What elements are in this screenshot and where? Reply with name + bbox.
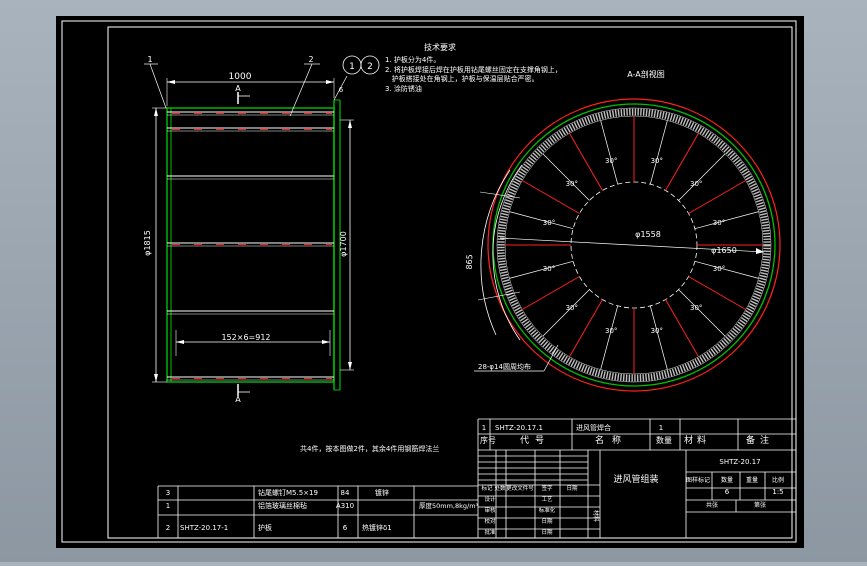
balloon-1-text: 1 <box>349 62 355 72</box>
angle-label: 30° <box>566 180 578 188</box>
role-r-1: 工艺 <box>541 496 553 503</box>
section-mark-bottom: A <box>235 395 241 404</box>
bom-top-idx: 1 <box>482 424 486 432</box>
angle-label: 30° <box>651 327 663 335</box>
bom-h-material: 材料 <box>684 434 710 446</box>
bom-r3-material: 热镀锌δ1 <box>362 523 392 532</box>
quantity-note: 共4件，按本图做2件，其余4件用钢筋焊法兰 <box>300 444 439 453</box>
bom-r3-code: SHTZ-20.17-1 <box>180 524 228 532</box>
viewport: 1000 A A φ1815 φ1700 152×6=912 1 2 6 1 2… <box>0 0 867 562</box>
sheet-total: 共张 <box>706 501 718 509</box>
weight-label: 重量 <box>746 476 758 484</box>
bom-h-code: 代号 <box>520 435 550 446</box>
bom-h-qty: 数量 <box>656 435 672 445</box>
bom-r1-idx: 3 <box>166 489 170 497</box>
angle-label: 30° <box>543 219 555 227</box>
sign-col-2: 处数 <box>494 484 506 492</box>
bom-r2-idx: 1 <box>166 502 170 510</box>
bom-r2-name: 铝箔玻璃丝棉毡 <box>258 501 307 510</box>
bom-top-name: 进风管焊合 <box>576 423 611 432</box>
drawing-sheet <box>56 16 804 548</box>
bom-r1-qty: 84 <box>341 489 350 497</box>
leader-6-text: 6 <box>339 86 344 94</box>
angle-label: 30° <box>543 265 555 273</box>
sheet-label: 第张 <box>754 501 766 509</box>
cad-drawing[interactable]: 1000 A A φ1815 φ1700 152×6=912 1 2 6 1 2… <box>0 0 867 562</box>
angle-label: 30° <box>605 157 617 165</box>
scale-label: 比例 <box>772 476 784 484</box>
bom-r3-qty: 6 <box>343 524 348 532</box>
angle-label: 30° <box>713 219 725 227</box>
holes-note: 28-φ14圆周均布 <box>478 362 531 371</box>
balloon-2-text: 2 <box>367 62 373 72</box>
inner-dia-text: φ1558 <box>635 230 661 239</box>
role-2: 审核 <box>484 506 496 514</box>
bom-r1-name: 钻尾螺钉M5.5×19 <box>258 488 318 497</box>
bom-r2-mass: 厚度50mm,8kg/m³ <box>419 501 479 510</box>
bom-r1-material: 镀锌 <box>375 488 389 497</box>
tech-line-3: 护板搭接处在角钢上，护板与保温层贴合严密。 <box>385 74 539 83</box>
sign-col-4: 签字 <box>541 484 553 492</box>
role-r-3: 日期 <box>541 518 553 525</box>
top-dim-text: 1000 <box>229 72 252 82</box>
bom-r2-qty: A310 <box>336 502 354 510</box>
angle-label: 30° <box>651 157 663 165</box>
role-3: 校对 <box>484 517 496 525</box>
sign-col-1: 标记 <box>481 484 493 492</box>
stage-label: 图样标记 <box>686 476 710 484</box>
role-r-2: 标准化 <box>539 506 556 514</box>
bom-h-remark: 备注 <box>746 434 774 446</box>
drawing-title: 进风管组装 <box>613 473 658 485</box>
angle-label: 30° <box>566 304 578 312</box>
role-4: 批准 <box>484 528 496 536</box>
tech-line-4: 3. 涂防锈油 <box>385 84 422 93</box>
bom-top-qty: 1 <box>659 424 663 432</box>
bom-r3-name: 护板 <box>258 523 272 532</box>
tech-heading: 技术要求 <box>424 42 456 52</box>
qty-label: 数量 <box>721 476 733 484</box>
section-mark-top: A <box>235 84 241 93</box>
angle-label: 30° <box>605 327 617 335</box>
bom-h-name: 名称 <box>595 434 629 446</box>
scale-value: 1:5 <box>772 488 783 496</box>
angle-label: 30° <box>713 265 725 273</box>
angle-label: 30° <box>690 304 702 312</box>
bottom-dim-text: 152×6=912 <box>221 333 270 342</box>
arc-dim-text: 865 <box>465 254 475 270</box>
bom-r3-idx: 2 <box>166 524 170 532</box>
role-r-4: 日期 <box>541 529 553 536</box>
role-1: 设计 <box>484 495 496 503</box>
leader-1-text: 1 <box>147 55 152 64</box>
bom-h-idx: 序号 <box>480 435 496 445</box>
bom-top-code: SHTZ-20.17.1 <box>495 424 543 432</box>
drawing-number: SHTZ-20.17 <box>719 458 760 466</box>
left-dim-text: φ1815 <box>143 230 152 256</box>
qty-value: 6 <box>725 488 730 496</box>
angle-label: 30° <box>690 180 702 188</box>
section-title: A-A剖视图 <box>627 69 664 79</box>
right-dim-text: φ1700 <box>339 231 348 257</box>
sign-col-3: 更改文件号 <box>506 484 534 492</box>
material-label: 材料 <box>592 510 600 522</box>
sign-col-5: 日期 <box>566 485 578 492</box>
outer-dia-text: φ1650 <box>711 246 737 255</box>
leader-2-text: 2 <box>308 55 313 64</box>
tech-line-2: 2. 将护板焊接后焊在护板用钻尾螺丝固定在支撑角钢上， <box>385 65 562 74</box>
tech-line-1: 1. 护板分为4件。 <box>385 55 440 64</box>
